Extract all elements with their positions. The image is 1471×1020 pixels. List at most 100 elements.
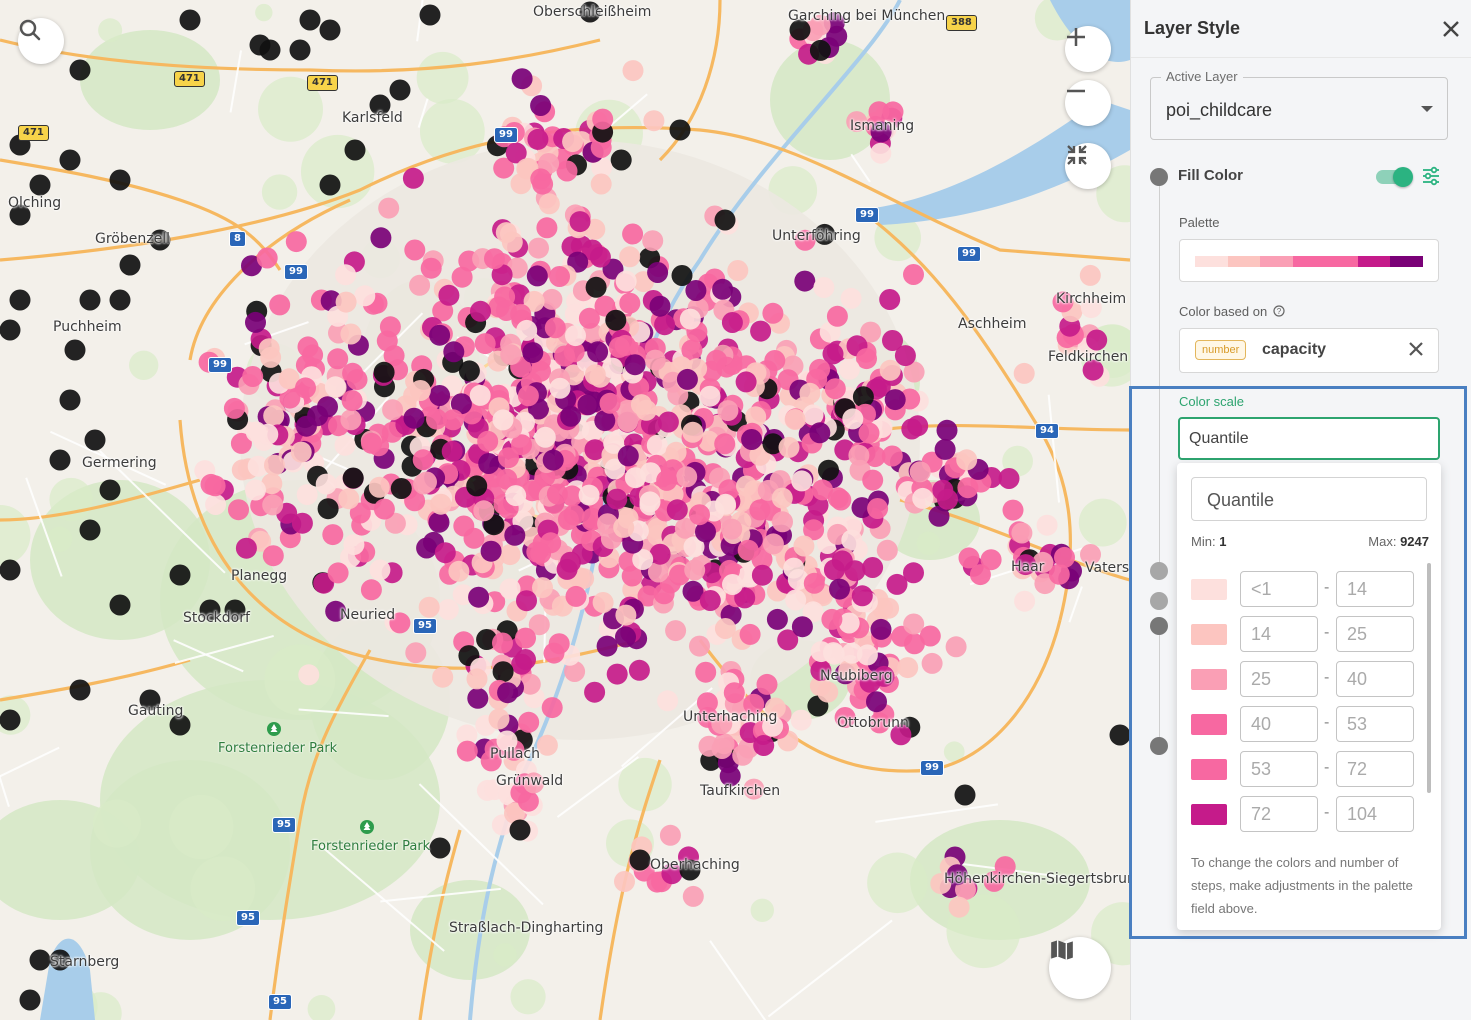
poi-point bbox=[169, 564, 191, 586]
poi-point bbox=[432, 666, 454, 688]
poi-point bbox=[750, 320, 772, 342]
poi-point bbox=[69, 679, 91, 701]
poi-point bbox=[717, 400, 739, 422]
poi-point bbox=[59, 389, 81, 411]
place-label: Aschheim bbox=[958, 316, 1027, 332]
poi-point bbox=[827, 487, 849, 509]
poi-point bbox=[522, 342, 544, 364]
place-label: Kirchheim bei München bbox=[1056, 291, 1130, 307]
poi-point bbox=[515, 627, 536, 649]
poi-point bbox=[622, 223, 644, 245]
poi-point bbox=[751, 564, 773, 586]
poi-point bbox=[412, 449, 434, 471]
poi-point bbox=[617, 445, 639, 467]
poi-point bbox=[643, 110, 665, 132]
poi-point bbox=[260, 346, 282, 368]
poi-point bbox=[437, 599, 459, 620]
highlight-frame bbox=[1129, 386, 1467, 939]
poi-point bbox=[841, 642, 863, 664]
poi-point bbox=[785, 589, 807, 611]
poi-point bbox=[809, 422, 831, 444]
poi-point bbox=[429, 837, 451, 859]
road-shield: 99 bbox=[957, 246, 981, 262]
poi-point bbox=[517, 790, 539, 812]
palette-swatch bbox=[1260, 256, 1293, 267]
search-icon bbox=[19, 19, 41, 41]
poi-point bbox=[822, 642, 844, 664]
poi-point bbox=[739, 623, 761, 645]
poi-point bbox=[369, 559, 391, 581]
poi-point bbox=[695, 661, 717, 683]
poi-points-layer[interactable] bbox=[0, 0, 1130, 1020]
road-shield: 8 bbox=[229, 231, 246, 247]
poi-point bbox=[1013, 362, 1035, 384]
poi-point bbox=[429, 385, 451, 406]
poi-point bbox=[1002, 499, 1024, 521]
poi-point bbox=[441, 440, 463, 462]
poi-point bbox=[617, 411, 639, 432]
fit-extent-button[interactable] bbox=[1065, 143, 1111, 189]
road-shield: 95 bbox=[413, 618, 437, 634]
poi-point bbox=[109, 594, 131, 616]
poi-point bbox=[585, 276, 607, 298]
color-attribute-field[interactable]: number capacity bbox=[1179, 328, 1439, 373]
poi-point bbox=[790, 709, 812, 731]
zoom-out-button[interactable] bbox=[1065, 80, 1111, 126]
sliders-icon[interactable] bbox=[1421, 166, 1441, 186]
poi-point bbox=[0, 319, 21, 341]
poi-point bbox=[714, 209, 736, 231]
poi-point bbox=[749, 499, 771, 521]
help-icon[interactable]: ? bbox=[1273, 305, 1285, 317]
basemap-button[interactable] bbox=[1049, 937, 1111, 999]
poi-point bbox=[264, 454, 285, 476]
fill-color-toggle[interactable] bbox=[1376, 167, 1413, 187]
road-shield: 95 bbox=[236, 910, 260, 926]
poi-point bbox=[299, 9, 321, 31]
place-label: Feldkirchen bbox=[1048, 349, 1129, 365]
clear-attribute-button[interactable] bbox=[1408, 338, 1424, 362]
palette-selector[interactable] bbox=[1179, 239, 1439, 282]
zoom-in-button[interactable] bbox=[1065, 26, 1111, 72]
poi-point bbox=[492, 409, 514, 431]
close-panel-button[interactable] bbox=[1442, 16, 1460, 42]
poi-point bbox=[817, 681, 839, 703]
poi-point bbox=[335, 291, 357, 313]
poi-point bbox=[466, 475, 488, 497]
close-icon bbox=[1443, 20, 1459, 37]
poi-point bbox=[818, 459, 839, 481]
poi-point bbox=[676, 466, 698, 488]
poi-point bbox=[858, 422, 880, 444]
poi-point bbox=[403, 407, 425, 429]
poi-point bbox=[29, 174, 51, 196]
poi-point bbox=[714, 433, 736, 455]
poi-point bbox=[851, 585, 873, 607]
poi-point bbox=[957, 477, 979, 499]
poi-point bbox=[480, 540, 502, 562]
poi-point bbox=[541, 697, 563, 719]
poi-point bbox=[909, 461, 931, 483]
poi-point bbox=[378, 197, 400, 219]
poi-point bbox=[934, 438, 956, 460]
poi-point bbox=[562, 131, 584, 153]
poi-point bbox=[343, 534, 365, 556]
map-canvas[interactable]: Oberschleißheim Garching bei München Karls… bbox=[0, 0, 1130, 1020]
poi-point bbox=[262, 494, 284, 516]
search-button[interactable] bbox=[18, 18, 64, 64]
poi-point bbox=[534, 426, 556, 448]
poi-point bbox=[799, 382, 821, 404]
poi-point bbox=[615, 626, 636, 648]
active-layer-select[interactable]: Active Layer poi_childcare bbox=[1150, 69, 1448, 140]
poi-point bbox=[500, 344, 522, 366]
poi-point bbox=[659, 824, 681, 846]
poi-point bbox=[549, 377, 571, 399]
poi-point bbox=[721, 312, 743, 333]
poi-point bbox=[881, 445, 903, 467]
poi-point bbox=[937, 488, 958, 510]
poi-point bbox=[646, 434, 668, 456]
poi-point bbox=[99, 479, 121, 501]
poi-point bbox=[516, 590, 537, 612]
place-label: Taufkirchen bbox=[700, 783, 781, 799]
poi-point bbox=[340, 323, 362, 345]
chevron-down-icon bbox=[1421, 106, 1433, 112]
poi-point bbox=[340, 409, 362, 431]
